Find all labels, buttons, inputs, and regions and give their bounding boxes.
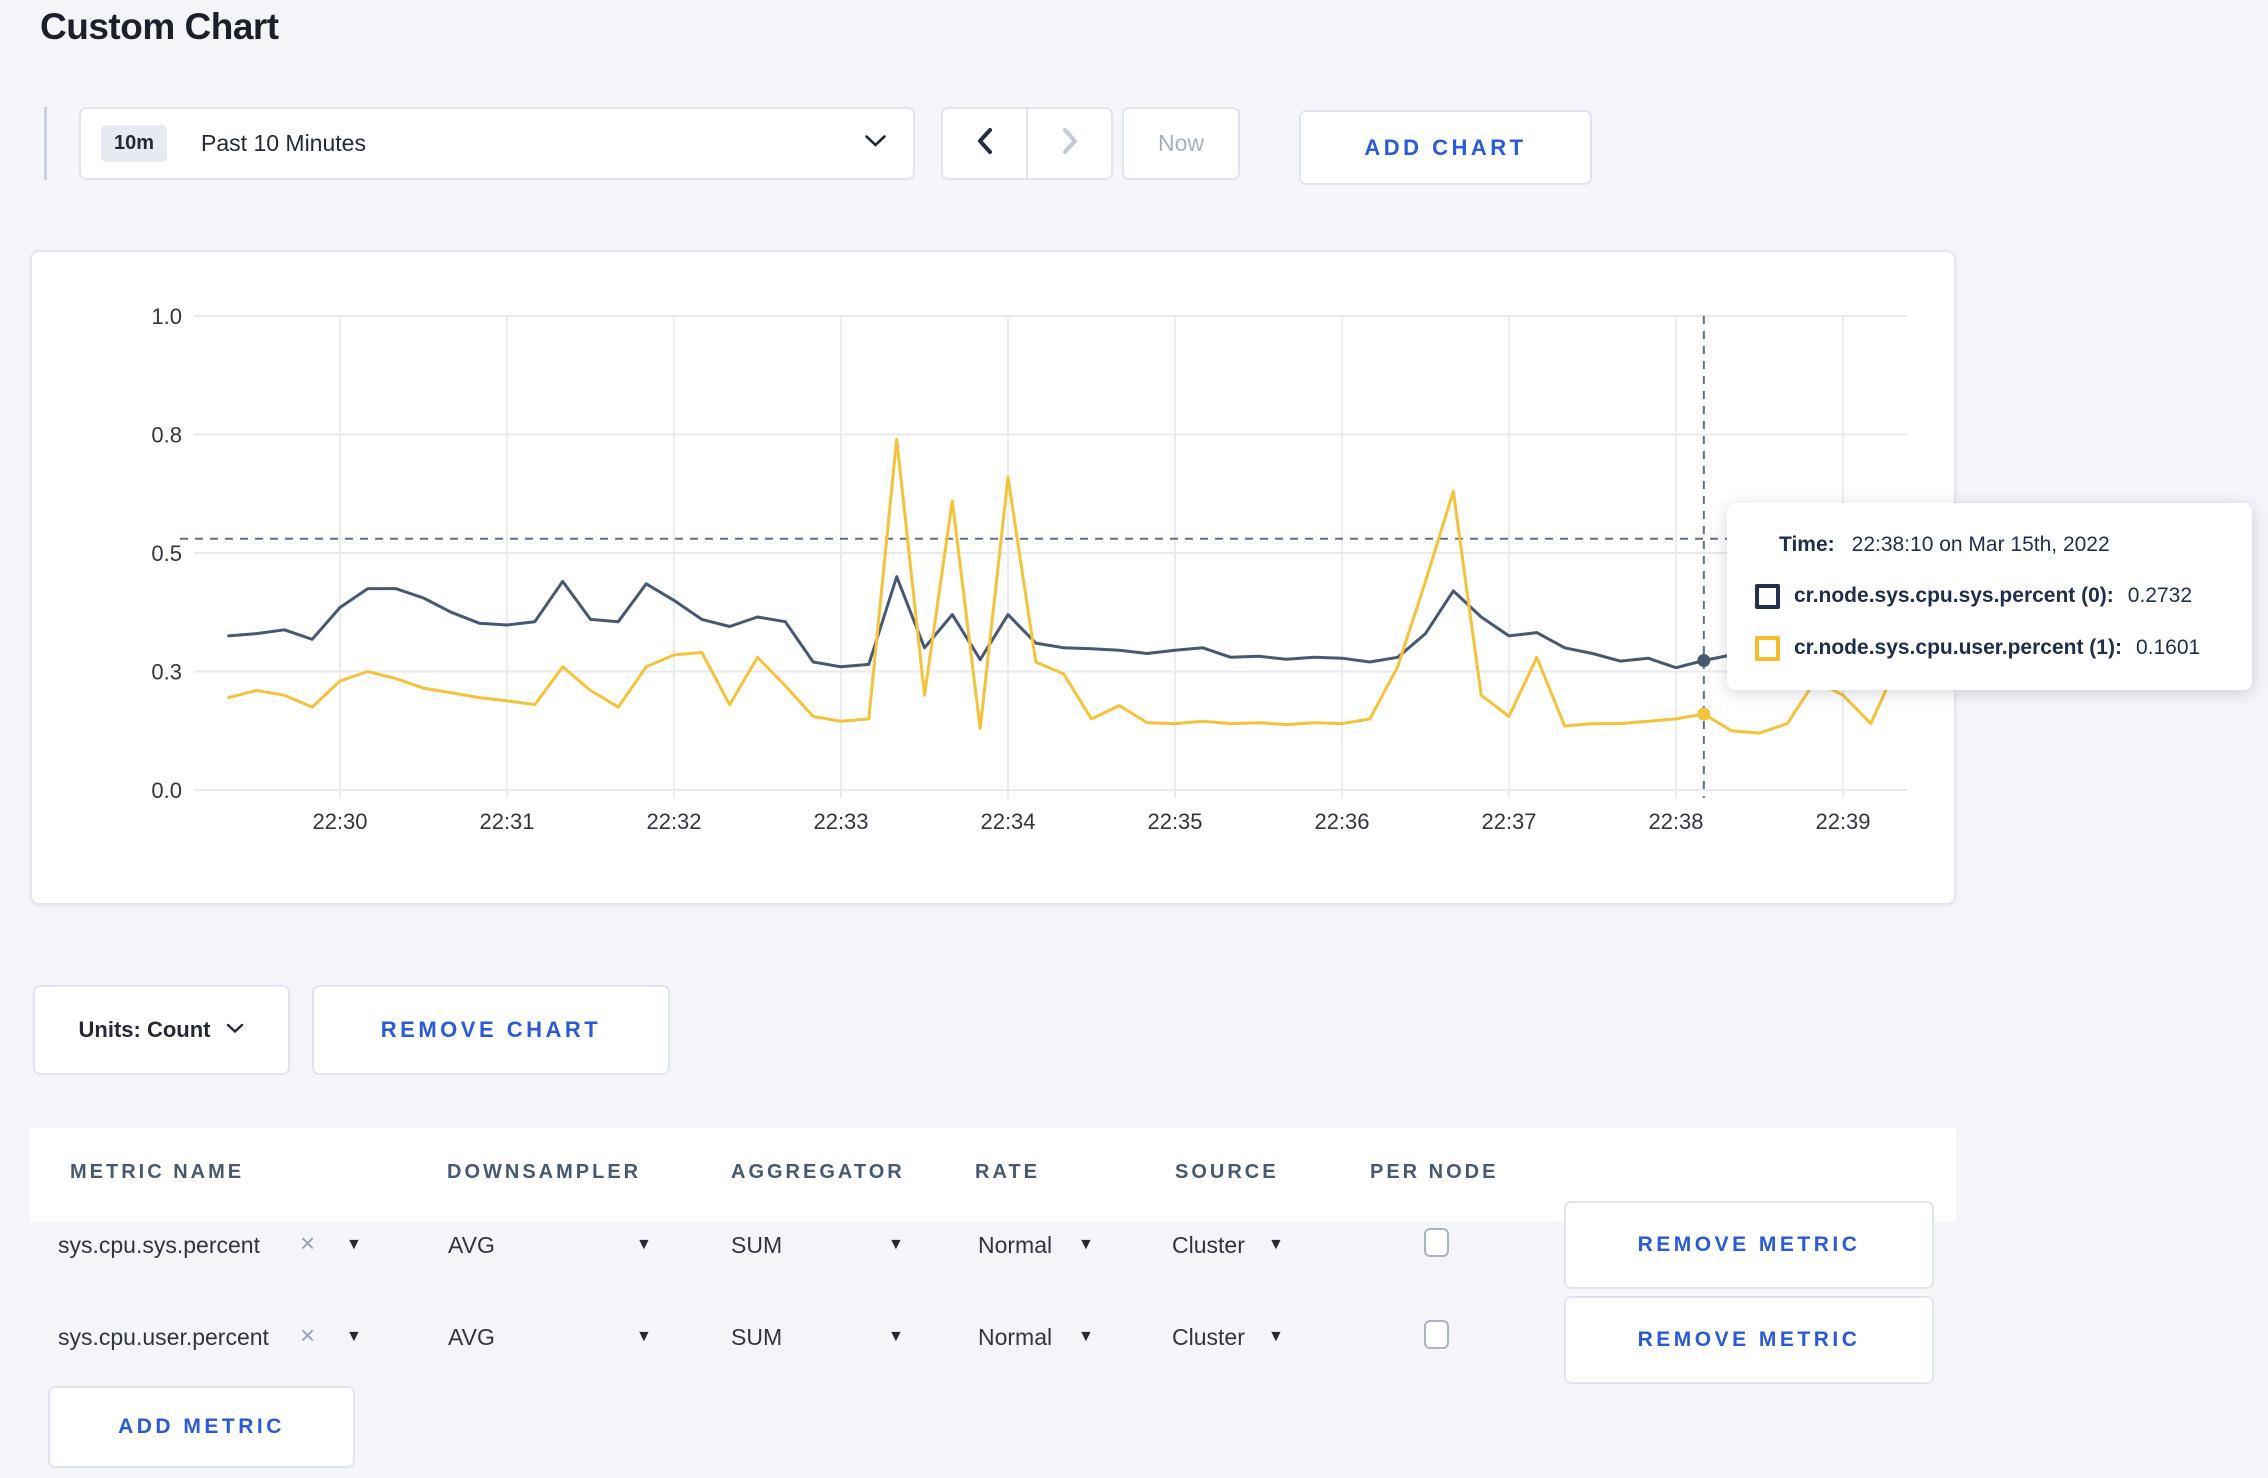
per-node-checkbox[interactable] bbox=[1424, 1228, 1449, 1257]
downsampler-caret-icon[interactable]: ▼ bbox=[636, 1328, 652, 1346]
custom-chart-page: Custom Chart 10m Past 10 Minutes Now ADD… bbox=[0, 0, 2268, 1478]
metric-name-select[interactable]: sys.cpu.user.percent bbox=[58, 1324, 269, 1351]
downsampler-caret-icon[interactable]: ▼ bbox=[636, 1236, 652, 1254]
svg-text:22:32: 22:32 bbox=[646, 809, 701, 834]
time-scale-label: Past 10 Minutes bbox=[201, 130, 366, 156]
tooltip-series-value: 0.2732 bbox=[2127, 584, 2193, 607]
add-metric-button[interactable]: ADD METRIC bbox=[48, 1386, 355, 1468]
per-node-checkbox[interactable] bbox=[1424, 1320, 1449, 1349]
units-dropdown[interactable]: Units: Count bbox=[33, 985, 290, 1075]
chart-tooltip: Time: 22:38:10 on Mar 15th, 2022 cr.node… bbox=[1727, 503, 2252, 690]
tooltip-time-value: 22:38:10 on Mar 15th, 2022 bbox=[1851, 532, 2110, 556]
svg-text:22:30: 22:30 bbox=[312, 809, 367, 834]
rate-select[interactable]: Normal bbox=[978, 1232, 1052, 1259]
clear-metric-icon[interactable]: × bbox=[300, 1230, 315, 1256]
rate-caret-icon[interactable]: ▼ bbox=[1078, 1236, 1094, 1254]
source-select[interactable]: Cluster bbox=[1172, 1232, 1245, 1259]
chevron-right-icon bbox=[1060, 127, 1080, 160]
tooltip-series-row: cr.node.sys.cpu.user.percent (1): 0.1601 bbox=[1755, 635, 2252, 661]
source-select[interactable]: Cluster bbox=[1172, 1324, 1245, 1351]
downsampler-select[interactable]: AVG bbox=[448, 1232, 495, 1259]
metric-name-select[interactable]: sys.cpu.sys.percent bbox=[58, 1232, 260, 1259]
remove-chart-button[interactable]: REMOVE CHART bbox=[312, 985, 670, 1075]
add-chart-button[interactable]: ADD CHART bbox=[1299, 110, 1592, 185]
tooltip-series-label: cr.node.sys.cpu.user.percent (1): bbox=[1794, 636, 2122, 659]
remove-metric-button[interactable]: REMOVE METRIC bbox=[1564, 1296, 1934, 1384]
source-caret-icon[interactable]: ▼ bbox=[1268, 1236, 1284, 1254]
metric-name-caret-icon[interactable]: ▼ bbox=[346, 1236, 362, 1254]
time-scale-dropdown[interactable]: 10m Past 10 Minutes bbox=[79, 107, 915, 180]
column-header-metric-name: METRIC NAME bbox=[70, 1161, 245, 1183]
line-chart[interactable]: 0.0 0.3 0.5 0.8 1.0 22:30 22:31 22:32 22:33 22:34… bbox=[32, 252, 1954, 903]
svg-text:22:35: 22:35 bbox=[1147, 809, 1202, 834]
tooltip-series-label: cr.node.sys.cpu.sys.percent (0): bbox=[1794, 584, 2114, 607]
svg-text:0.0: 0.0 bbox=[151, 778, 182, 803]
svg-text:22:31: 22:31 bbox=[479, 809, 534, 834]
svg-text:22:34: 22:34 bbox=[980, 809, 1035, 834]
column-header-downsampler: DOWNSAMPLER bbox=[447, 1161, 642, 1183]
time-pager bbox=[941, 107, 1113, 180]
clear-metric-icon[interactable]: × bbox=[300, 1322, 315, 1348]
remove-metric-button[interactable]: REMOVE METRIC bbox=[1564, 1201, 1934, 1289]
svg-text:0.3: 0.3 bbox=[151, 660, 182, 685]
column-header-per-node: PER NODE bbox=[1370, 1161, 1499, 1183]
chevron-down-icon bbox=[864, 134, 887, 153]
now-button[interactable]: Now bbox=[1122, 107, 1240, 180]
svg-text:22:39: 22:39 bbox=[1815, 809, 1870, 834]
tooltip-time-label: Time: bbox=[1779, 532, 1835, 556]
column-header-aggregator: AGGREGATOR bbox=[731, 1161, 905, 1183]
units-label: Units: Count bbox=[78, 1017, 211, 1042]
toolbar-divider bbox=[44, 107, 47, 180]
rate-select[interactable]: Normal bbox=[978, 1324, 1052, 1351]
source-caret-icon[interactable]: ▼ bbox=[1268, 1328, 1284, 1346]
aggregator-select[interactable]: SUM bbox=[731, 1324, 782, 1351]
svg-text:22:38: 22:38 bbox=[1648, 809, 1703, 834]
chevron-down-icon bbox=[226, 1021, 244, 1039]
chevron-left-icon bbox=[975, 127, 995, 160]
aggregator-caret-icon[interactable]: ▼ bbox=[888, 1328, 904, 1346]
column-header-source: SOURCE bbox=[1175, 1161, 1279, 1183]
svg-text:22:36: 22:36 bbox=[1314, 809, 1369, 834]
page-title: Custom Chart bbox=[40, 6, 279, 47]
tooltip-time-row: Time: 22:38:10 on Mar 15th, 2022 bbox=[1755, 533, 2252, 557]
aggregator-caret-icon[interactable]: ▼ bbox=[888, 1236, 904, 1254]
tooltip-series-row: cr.node.sys.cpu.sys.percent (0): 0.2732 bbox=[1755, 583, 2252, 609]
sys-series-swatch-icon bbox=[1755, 583, 1780, 609]
svg-text:22:37: 22:37 bbox=[1481, 809, 1536, 834]
svg-text:1.0: 1.0 bbox=[151, 304, 182, 329]
chart-card[interactable]: 0.0 0.3 0.5 0.8 1.0 22:30 22:31 22:32 22:33 22:34… bbox=[30, 250, 1956, 905]
downsampler-select[interactable]: AVG bbox=[448, 1324, 495, 1351]
column-header-rate: RATE bbox=[975, 1161, 1040, 1183]
aggregator-select[interactable]: SUM bbox=[731, 1232, 782, 1259]
svg-text:22:33: 22:33 bbox=[813, 809, 868, 834]
rate-caret-icon[interactable]: ▼ bbox=[1078, 1328, 1094, 1346]
tooltip-series-value: 0.1601 bbox=[2135, 636, 2201, 659]
user-series-swatch-icon bbox=[1755, 635, 1780, 661]
prev-time-button[interactable] bbox=[943, 109, 1028, 178]
next-time-button[interactable] bbox=[1028, 109, 1111, 178]
time-scale-badge: 10m bbox=[101, 125, 168, 162]
metric-name-caret-icon[interactable]: ▼ bbox=[346, 1328, 362, 1346]
svg-text:0.8: 0.8 bbox=[151, 423, 182, 448]
svg-text:0.5: 0.5 bbox=[151, 541, 182, 566]
